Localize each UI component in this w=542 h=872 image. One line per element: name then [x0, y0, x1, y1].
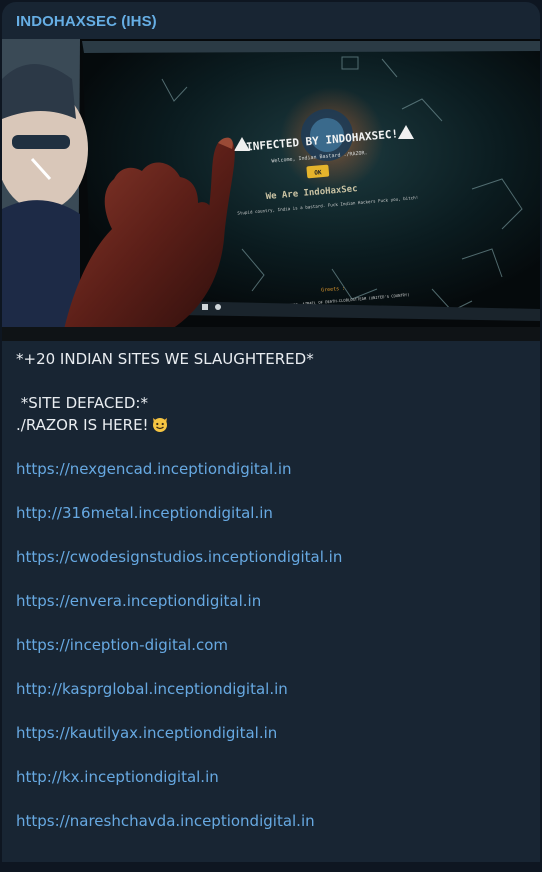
- sender-name[interactable]: INDOHAXSEC (IHS): [16, 13, 157, 30]
- link-4[interactable]: https://envera.inceptiondigital.in: [16, 590, 531, 612]
- message-text: *+20 INDIAN SITES WE SLAUGHTERED* *SITE …: [16, 348, 531, 832]
- headline: *+20 INDIAN SITES WE SLAUGHTERED*: [16, 350, 314, 368]
- link-5[interactable]: https://inception-digital.com: [16, 634, 531, 656]
- link-2[interactable]: http://316metal.inceptiondigital.in: [16, 502, 531, 524]
- smiling-cat-icon: [152, 418, 167, 432]
- message-bubble: INDOHAXSEC (IHS) INFECTED BY INDOHAXSEC!…: [2, 2, 540, 862]
- link-9[interactable]: https://nareshchavda.inceptiondigital.in: [16, 810, 531, 832]
- author-line: ./RAZOR IS HERE!: [16, 414, 531, 436]
- link-8[interactable]: http://kx.inceptiondigital.in: [16, 766, 531, 788]
- link-1[interactable]: https://nexgencad.inceptiondigital.in: [16, 458, 531, 480]
- message-photo[interactable]: INFECTED BY INDOHAXSEC! Welcome, Indian …: [2, 39, 540, 341]
- link-6[interactable]: http://kasprglobal.inceptiondigital.in: [16, 678, 531, 700]
- chat-background-strip: [0, 862, 542, 872]
- truncated-next-link: [16, 850, 166, 860]
- link-3[interactable]: https://cwodesignstudios.inceptiondigita…: [16, 546, 531, 568]
- link-7[interactable]: https://kautilyax.inceptiondigital.in: [16, 722, 531, 744]
- svg-text:OK: OK: [314, 169, 322, 177]
- subhead: *SITE DEFACED:*: [16, 394, 148, 412]
